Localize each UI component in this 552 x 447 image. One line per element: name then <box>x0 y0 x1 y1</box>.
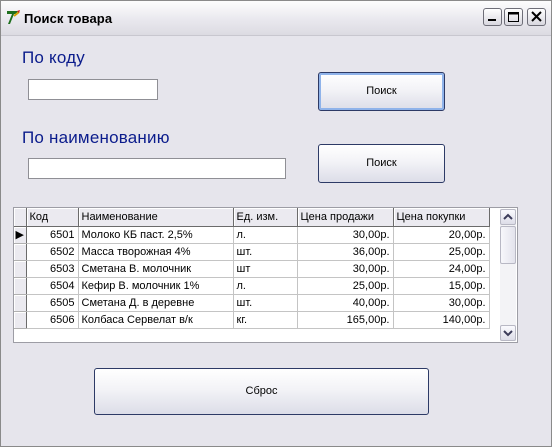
cell-purchase-price[interactable]: 24,00р. <box>393 260 490 278</box>
cell-name[interactable]: Кефир В. молочник 1% <box>78 277 234 295</box>
table-row[interactable]: 6502 Масса творожная 4% шт. 36,00р. 25,0… <box>14 243 490 261</box>
title-bar[interactable]: Поиск товара <box>1 1 551 36</box>
chevron-up-icon <box>503 213 513 220</box>
maximize-button[interactable] <box>504 8 523 26</box>
chevron-down-icon <box>503 330 513 337</box>
cell-unit[interactable]: шт <box>233 260 298 278</box>
cell-purchase-price[interactable]: 25,00р. <box>393 243 490 261</box>
row-indicator[interactable] <box>14 294 27 312</box>
name-search-button[interactable]: Поиск <box>318 144 445 183</box>
column-header-code[interactable]: Код <box>26 208 79 227</box>
cell-name[interactable]: Масса творожная 4% <box>78 243 234 261</box>
scroll-up-button[interactable] <box>500 209 516 225</box>
row-indicator[interactable] <box>14 243 27 261</box>
search-product-window: Поиск товара По коду Поиск По наименован… <box>0 0 552 447</box>
grid-corner-cell <box>14 208 27 227</box>
close-button[interactable] <box>527 8 546 26</box>
column-header-purchase-price[interactable]: Цена покупки <box>393 208 490 227</box>
cell-purchase-price[interactable]: 15,00р. <box>393 277 490 295</box>
cell-unit[interactable]: л. <box>233 277 298 295</box>
column-header-sale-price[interactable]: Цена продажи <box>297 208 394 227</box>
window-title: Поиск товара <box>24 11 113 26</box>
maximize-icon <box>508 12 519 22</box>
cell-sale-price[interactable]: 25,00р. <box>297 277 394 295</box>
app-icon <box>7 10 20 24</box>
row-indicator[interactable] <box>14 260 27 278</box>
cell-code[interactable]: 6504 <box>26 277 79 295</box>
row-indicator[interactable] <box>14 311 27 329</box>
cell-code[interactable]: 6506 <box>26 311 79 329</box>
grid-header-row: Код Наименование Ед. изм. Цена продажи Ц… <box>14 208 490 227</box>
cell-sale-price[interactable]: 30,00р. <box>297 260 394 278</box>
cell-code[interactable]: 6503 <box>26 260 79 278</box>
code-search-input[interactable] <box>28 79 158 100</box>
table-row[interactable]: ▶ 6501 Молоко КБ паст. 2,5% л. 30,00р. 2… <box>14 226 490 244</box>
cell-unit[interactable]: шт. <box>233 294 298 312</box>
by-code-label: По коду <box>22 48 85 67</box>
code-search-button[interactable]: Поиск <box>318 72 445 111</box>
name-search-input[interactable] <box>28 158 286 179</box>
scroll-down-button[interactable] <box>500 325 516 341</box>
cell-sale-price[interactable]: 165,00р. <box>297 311 394 329</box>
cell-code[interactable]: 6502 <box>26 243 79 261</box>
minimize-button[interactable] <box>483 8 502 26</box>
cell-unit[interactable]: кг. <box>233 311 298 329</box>
minimize-icon <box>488 19 496 21</box>
cell-sale-price[interactable]: 40,00р. <box>297 294 394 312</box>
current-row-indicator-icon: ▶ <box>14 226 27 244</box>
table-row[interactable]: 6506 Колбаса Сервелат в/к кг. 165,00р. 1… <box>14 311 490 329</box>
cell-name[interactable]: Сметана В. молочник <box>78 260 234 278</box>
table-row[interactable]: 6503 Сметана В. молочник шт 30,00р. 24,0… <box>14 260 490 278</box>
by-name-label: По наименованию <box>22 128 170 147</box>
column-header-unit[interactable]: Ед. изм. <box>233 208 298 227</box>
cell-code[interactable]: 6505 <box>26 294 79 312</box>
cell-purchase-price[interactable]: 20,00р. <box>393 226 490 244</box>
cell-name[interactable]: Колбаса Сервелат в/к <box>78 311 234 329</box>
cell-name[interactable]: Молоко КБ паст. 2,5% <box>78 226 234 244</box>
table-row[interactable]: 6504 Кефир В. молочник 1% л. 25,00р. 15,… <box>14 277 490 295</box>
cell-unit[interactable]: л. <box>233 226 298 244</box>
table-row[interactable]: 6505 Сметана Д. в деревне шт. 40,00р. 30… <box>14 294 490 312</box>
cell-name[interactable]: Сметана Д. в деревне <box>78 294 234 312</box>
close-icon <box>531 11 542 22</box>
cell-purchase-price[interactable]: 140,00р. <box>393 311 490 329</box>
reset-button[interactable]: Сброс <box>94 368 429 415</box>
column-header-name[interactable]: Наименование <box>78 208 234 227</box>
cell-sale-price[interactable]: 30,00р. <box>297 226 394 244</box>
row-indicator[interactable] <box>14 277 27 295</box>
grid-vertical-scrollbar[interactable] <box>500 209 516 341</box>
cell-sale-price[interactable]: 36,00р. <box>297 243 394 261</box>
cell-purchase-price[interactable]: 30,00р. <box>393 294 490 312</box>
products-table: Код Наименование Ед. изм. Цена продажи Ц… <box>14 208 490 329</box>
products-grid[interactable]: Код Наименование Ед. изм. Цена продажи Ц… <box>13 207 518 343</box>
scroll-thumb[interactable] <box>500 226 516 264</box>
cell-unit[interactable]: шт. <box>233 243 298 261</box>
cell-code[interactable]: 6501 <box>26 226 79 244</box>
